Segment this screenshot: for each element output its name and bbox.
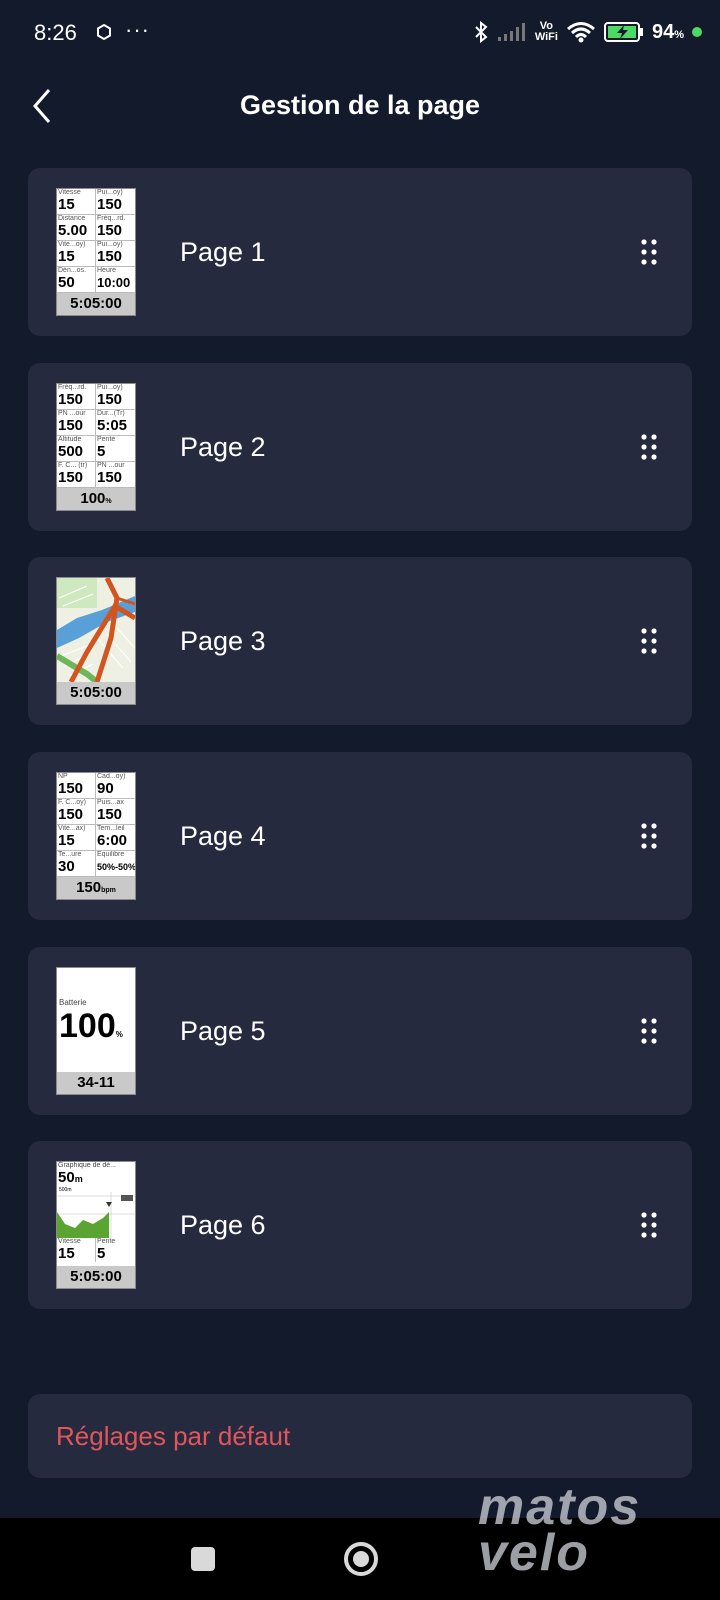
wifi-icon [567,22,595,43]
page-label: Page 5 [180,1015,266,1046]
page-thumbnail: NP 150 Cad...oy) 90 F. C...oy) 150 Puis...a… [56,772,136,900]
page-title: Gestion de la page [239,90,481,120]
drag-handle-icon[interactable] [640,433,658,461]
page-card-6[interactable]: Graphique de dé... 50m 500m Vitesse 15 Pe… [28,1141,692,1309]
thumbnail-footer: 34-11 [57,1072,135,1094]
graph-field-label: Graphique de dé... [58,1162,116,1169]
page-thumbnail: Fréq...rd. 150 Pui...oy) 150 PN ...our 150 … [56,383,136,511]
drag-handle-icon[interactable] [640,627,658,655]
battery-percentage: 94% [651,20,684,43]
page-thumbnail: Graphique de dé... 50m 500m Vitesse 15 Pe… [56,1161,136,1289]
battery-field-label: Batterie [59,998,87,1007]
recents-button[interactable] [191,1547,215,1571]
thumbnail-footer: 5:05:00 [57,1266,135,1288]
status-bar: 8:26 ··· Vo WiFi 94% [0,0,720,64]
thumbnail-footer: 5:05:00 [57,293,135,315]
drag-handle-icon[interactable] [640,1211,658,1239]
bluetooth-icon [475,20,488,44]
page-thumbnail: Vitesse 15 Pui...oy) 150 Distance 5.00 Fréq… [56,188,136,316]
page-card-4[interactable]: NP 150 Cad...oy) 90 F. C...oy) 150 Puis...a… [28,752,692,920]
charging-dot [692,27,702,37]
signal-icon [497,23,525,41]
drag-handle-icon[interactable] [640,1017,658,1045]
default-settings-button[interactable]: Réglages par défaut [28,1394,692,1478]
home-button[interactable] [344,1542,378,1576]
status-time: 8:26 [34,20,77,45]
page-label: Page 4 [180,820,266,851]
default-settings-label: Réglages par défaut [56,1420,291,1451]
map-preview [57,578,135,685]
more-notifications-icon: ··· [125,17,150,42]
graph-field-value: 50m [58,1169,83,1186]
elevation-graph [57,1192,135,1238]
watermark-logo: matos velo [478,1478,642,1582]
drag-handle-icon[interactable] [640,822,658,850]
page-label: Page 2 [180,431,266,462]
page-thumbnail: Batterie 100% 34-11 [56,967,136,1095]
battery-charging-icon [603,22,643,42]
thumbnail-footer: 100% [57,488,135,510]
page-label: Page 6 [180,1209,266,1240]
thumbnail-footer: 150bpm [57,877,135,899]
vowifi-indicator: Vo WiFi [534,20,558,43]
page-card-2[interactable]: Fréq...rd. 150 Pui...oy) 150 PN ...our 150 … [28,363,692,531]
page-card-5[interactable]: Batterie 100% 34-11 Page 5 [28,947,692,1115]
app-notification-icon [97,24,111,40]
page-label: Page 3 [180,625,266,656]
page-card-3[interactable]: 5:05:00 Page 3 [28,557,692,725]
page-thumbnail: 5:05:00 [56,577,136,705]
header: Gestion de la page [0,76,720,136]
thumbnail-footer: 5:05:00 [57,682,135,704]
page-card-1[interactable]: Vitesse 15 Pui...oy) 150 Distance 5.00 Fréq… [28,168,692,336]
battery-field-value: 100% [59,1007,123,1045]
page-label: Page 1 [180,236,266,267]
drag-handle-icon[interactable] [640,238,658,266]
